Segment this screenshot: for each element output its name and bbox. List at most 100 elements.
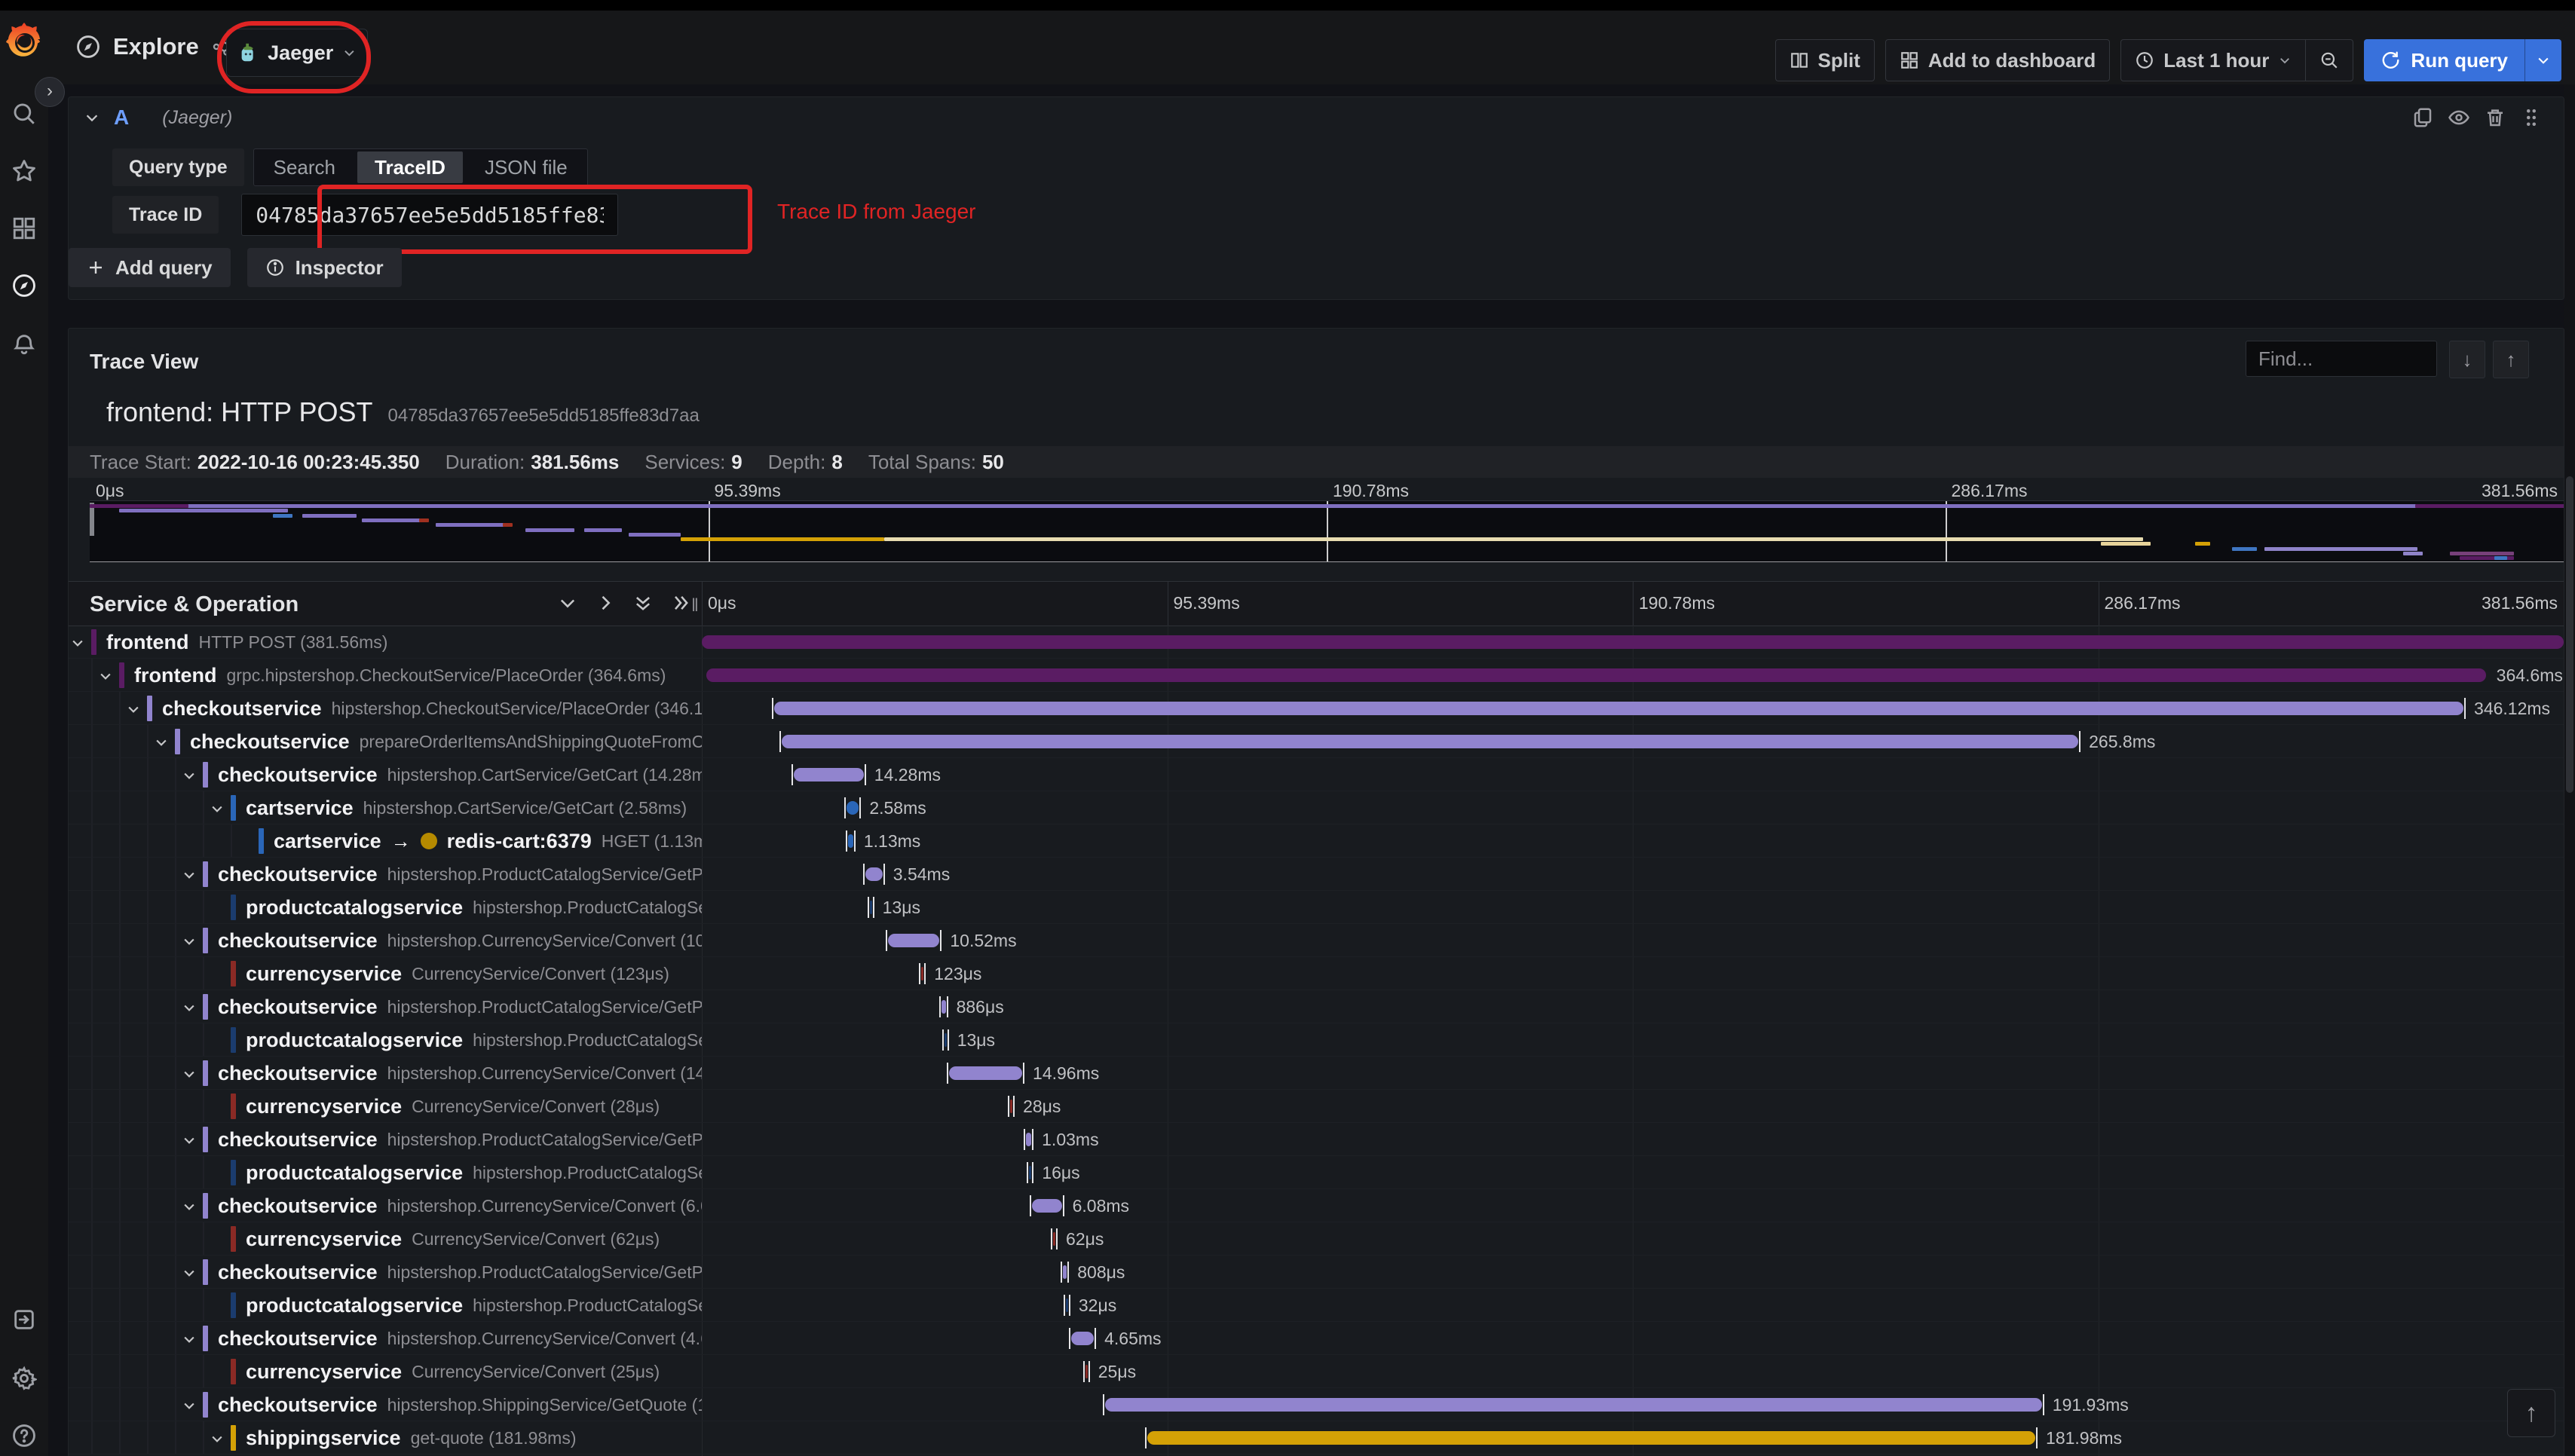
span-bar[interactable] [1063,1295,1070,1316]
span-name-cell[interactable]: checkoutservice → hipstershop.CurrencySe… [69,924,702,956]
trace-id-input[interactable] [241,194,619,236]
span-bar[interactable] [1103,1394,2045,1415]
span-track[interactable]: 191.93ms [702,1388,2564,1421]
span-bar[interactable] [791,764,867,785]
inspector-button[interactable]: Inspector [246,248,402,287]
span-bar[interactable] [867,897,874,918]
span-bar[interactable] [702,635,2564,649]
query-row-header[interactable]: A (Jaeger) [69,97,2564,138]
column-resizer-grip[interactable]: ‖ [691,595,700,616]
span-name-cell[interactable]: checkoutservice → hipstershop.CartServic… [69,758,702,791]
star-icon[interactable] [11,158,37,184]
span-bar[interactable] [942,1029,949,1051]
chevron-down-icon[interactable] [182,867,197,882]
chevron-down-icon[interactable] [182,934,197,949]
span-row[interactable]: checkoutservice → hipstershop.ShippingSe… [69,1388,2564,1421]
span-track[interactable]: 13μs [702,1023,2564,1056]
span-row[interactable]: shippingservice → get-quote (181.98ms) 1… [69,1421,2564,1454]
span-bar[interactable] [845,830,856,852]
collapse-all-icon[interactable] [632,592,654,613]
delete-query-trash-icon[interactable] [2484,106,2506,129]
span-name-cell[interactable]: checkoutservice → hipstershop.CurrencySe… [69,1189,702,1222]
grafana-logo[interactable] [6,23,42,62]
span-row[interactable]: currencyservice → CurrencyService/Conver… [69,1222,2564,1256]
span-name-cell[interactable]: shippingservice → get-quote (181.98ms) [69,1421,702,1454]
span-track[interactable]: 14.28ms [702,758,2564,791]
span-row[interactable]: productcatalogservice → hipstershop.Prod… [69,891,2564,924]
span-name-cell[interactable]: currencyservice → CurrencyService/Conver… [69,1222,702,1255]
span-bar[interactable] [1051,1228,1058,1250]
sign-in-icon[interactable] [11,1307,37,1332]
datasource-picker[interactable]: Jaeger [226,29,368,77]
span-row[interactable]: checkoutservice → hipstershop.CurrencySe… [69,1322,2564,1355]
sidebar-expand-button[interactable]: › [35,77,65,107]
span-row[interactable]: productcatalogservice → hipstershop.Prod… [69,1289,2564,1322]
chevron-down-icon[interactable] [210,1431,225,1446]
span-bar[interactable] [862,864,885,885]
span-bar[interactable] [1082,1361,1090,1382]
span-row[interactable]: cartservice → hipstershop.CartService/Ge… [69,791,2564,824]
span-bar[interactable] [1024,1129,1033,1150]
chevron-down-icon[interactable] [210,801,225,816]
span-bar[interactable] [844,797,861,818]
span-row[interactable]: checkoutservice → hipstershop.ProductCat… [69,858,2564,891]
span-row[interactable]: checkoutservice → hipstershop.CartServic… [69,758,2564,791]
span-track[interactable]: 3.54ms [702,858,2564,890]
span-name-cell[interactable]: productcatalogservice → hipstershop.Prod… [69,1023,702,1056]
query-type-tab-json-file[interactable]: JSON file [465,149,587,185]
duplicate-query-icon[interactable] [2411,106,2434,129]
query-type-tab-traceid[interactable]: TraceID [357,151,463,183]
span-track[interactable]: 1.03ms [702,1123,2564,1155]
span-name-cell[interactable]: checkoutservice → prepareOrderItemsAndSh… [69,725,702,757]
span-bar[interactable] [1145,1427,2038,1448]
span-bar[interactable] [1027,1162,1034,1183]
span-track[interactable]: 123μs [702,957,2564,990]
span-track[interactable]: 808μs [702,1256,2564,1288]
span-track[interactable]: 28μs [702,1090,2564,1122]
chevron-down-icon[interactable] [182,768,197,783]
span-track[interactable]: 181.98ms [702,1421,2564,1454]
query-type-tab-search[interactable]: Search [254,149,355,185]
chevron-down-icon[interactable] [154,735,169,750]
chevron-down-icon[interactable] [98,668,113,684]
chevron-down-icon[interactable] [126,702,141,717]
drag-handle-icon[interactable] [2520,106,2543,129]
chevron-down-icon[interactable] [182,1000,197,1015]
span-row[interactable]: checkoutservice → hipstershop.ProductCat… [69,990,2564,1023]
search-icon[interactable] [11,101,37,127]
span-row[interactable]: productcatalogservice → hipstershop.Prod… [69,1156,2564,1189]
span-bar[interactable] [947,1063,1024,1084]
scroll-to-top-button[interactable]: ↑ [2507,1389,2555,1437]
span-name-cell[interactable]: frontend → HTTP POST (381.56ms) [69,626,702,658]
find-next-button[interactable]: ↓ [2449,341,2485,378]
dashboards-icon[interactable] [11,216,37,241]
span-track[interactable]: 32μs [702,1289,2564,1321]
span-name-cell[interactable]: frontend → grpc.hipstershop.CheckoutServ… [69,659,702,691]
span-row[interactable]: checkoutservice → hipstershop.ProductCat… [69,1123,2564,1156]
span-bar[interactable] [1069,1328,1097,1349]
span-name-cell[interactable]: currencyservice → CurrencyService/Conver… [69,957,702,990]
span-name-cell[interactable]: cartservice → hipstershop.CartService/Ge… [69,791,702,824]
span-track[interactable]: 2.58ms [702,791,2564,824]
span-bar[interactable] [886,930,942,951]
explore-compass-icon[interactable] [11,273,37,298]
find-input[interactable] [2246,341,2437,377]
span-row[interactable]: cartservice → redis-cart:6379 HGET (1.13… [69,824,2564,858]
span-name-cell[interactable]: checkoutservice → hipstershop.CurrencySe… [69,1057,702,1089]
collapse-one-icon[interactable] [557,592,578,613]
span-name-cell[interactable]: checkoutservice → hipstershop.ProductCat… [69,1256,702,1288]
trace-minimap[interactable] [90,500,2564,562]
scrollbar-thumb[interactable] [2566,476,2573,793]
chevron-down-icon[interactable] [182,1265,197,1280]
chevron-down-icon[interactable] [182,1332,197,1347]
expand-all-icon[interactable] [670,592,691,613]
span-name-cell[interactable]: checkoutservice → hipstershop.ShippingSe… [69,1388,702,1421]
span-track[interactable]: 265.8ms [702,725,2564,757]
span-track[interactable]: 364.6ms [702,659,2564,691]
span-name-cell[interactable]: checkoutservice → hipstershop.ProductCat… [69,858,702,890]
span-row[interactable]: frontend → HTTP POST (381.56ms) [69,626,2564,659]
add-to-dashboard-button[interactable]: Add to dashboard [1885,39,2111,81]
span-name-cell[interactable]: checkoutservice → hipstershop.CurrencySe… [69,1322,702,1354]
span-row[interactable]: checkoutservice → hipstershop.CurrencySe… [69,924,2564,957]
span-track[interactable]: 346.12ms [702,692,2564,724]
